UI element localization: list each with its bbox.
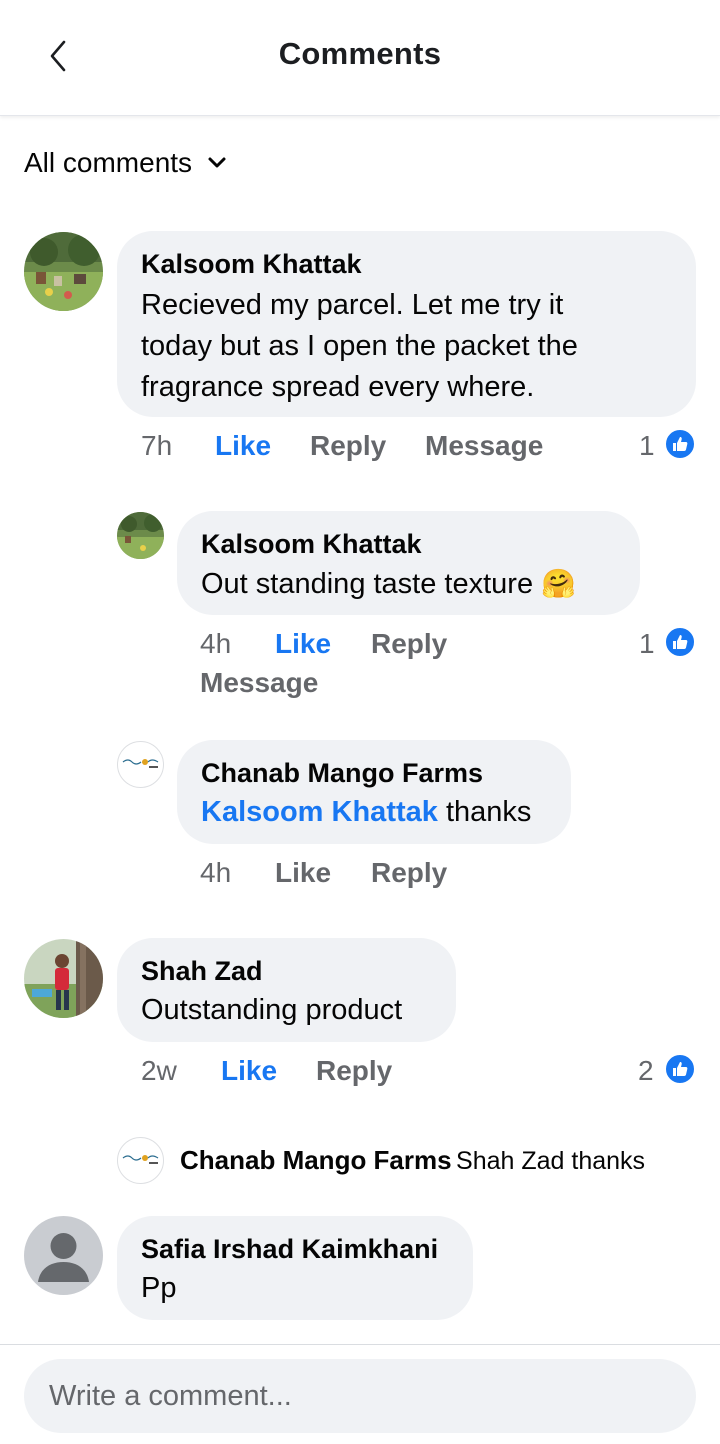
reply-button[interactable]: Reply [310,430,386,462]
comment-time: 4h [200,628,232,659]
like-button[interactable]: Like [215,430,271,462]
reaction-count[interactable]: 1 [639,430,655,462]
comment-bubble[interactable]: Safia Irshad Kaimkhani Pp [117,1216,473,1320]
avatar[interactable] [24,232,103,311]
top-bar: Comments [0,0,720,116]
like-button[interactable]: Like [275,628,331,660]
comment-bubble[interactable]: Chanab Mango Farms Kalsoom Khattak thank… [177,740,571,844]
page-logo-avatar[interactable] [117,741,164,788]
comment-text-body: thanks [437,796,532,828]
comment-composer-bar: Write a comment... [0,1344,720,1444]
page-logo-avatar[interactable] [117,1137,164,1184]
thumbs-up-icon[interactable] [664,626,696,658]
comment-bubble[interactable]: Kalsoom Khattak Recieved my parcel. Let … [117,231,696,417]
thumbs-up-icon[interactable] [664,1053,696,1085]
user-silhouette-icon [38,1233,89,1282]
reply-button[interactable]: Reply [371,628,447,660]
comment-bubble[interactable]: Shah Zad Outstanding product [117,938,456,1042]
comment-time: 4h [200,857,232,888]
comment-input[interactable]: Write a comment... [24,1359,696,1433]
comment-filter-dropdown[interactable]: All comments [24,147,228,179]
comment-text: Shah Zad thanks [456,1147,646,1175]
comment-author[interactable]: Safia Irshad Kaimkhani [141,1232,449,1266]
comment-author[interactable]: Chanab Mango Farms [201,756,547,790]
message-button[interactable]: Message [425,430,543,462]
comment-text: Kalsoom Khattak thanks [201,792,547,833]
comment-author[interactable]: Kalsoom Khattak [201,527,616,561]
comment-author[interactable]: Shah Zad [141,954,432,988]
avatar[interactable] [117,512,164,559]
chevron-down-icon [208,157,226,168]
filter-label: All comments [24,147,193,178]
comment-bubble[interactable]: Kalsoom Khattak Out standing taste textu… [177,511,640,615]
collapsed-reply[interactable]: Chanab Mango Farms Shah Zad thanks [180,1145,645,1176]
avatar[interactable] [24,1216,103,1295]
comment-text: Recieved my parcel. Let me try it [141,289,564,321]
like-button[interactable]: Like [221,1055,277,1087]
comment-time: 7h [141,430,173,461]
comment-text: Pp [141,1272,177,1304]
page-title: Comments [278,36,442,71]
like-button[interactable]: Like [275,857,331,889]
hugging-face-emoji: 🤗 [541,568,577,599]
reply-button[interactable]: Reply [371,857,447,889]
comment-author[interactable]: Chanab Mango Farms [180,1145,452,1175]
comment-author[interactable]: Kalsoom Khattak [141,247,672,281]
reply-button[interactable]: Reply [316,1055,392,1087]
reaction-count[interactable]: 1 [639,628,655,660]
comment-text: today but as I open the packet the [141,330,578,362]
thumbs-up-icon[interactable] [664,428,696,460]
comment-time: 2w [141,1055,177,1086]
avatar[interactable] [24,939,103,1018]
comment-text: Out standing taste texture 🤗 [201,563,616,605]
reaction-count[interactable]: 2 [638,1055,654,1087]
comment-text-body: Out standing taste texture [201,568,534,600]
comment-text: Outstanding product [141,994,403,1026]
message-button[interactable]: Message [200,667,318,699]
mention-link[interactable]: Kalsoom Khattak [201,796,438,828]
comment-text: fragrance spread every where. [141,371,535,403]
